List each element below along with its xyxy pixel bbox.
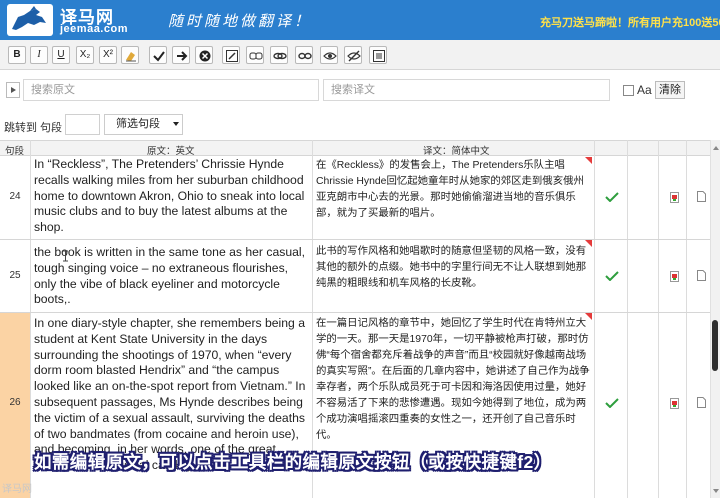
settings-button[interactable] — [369, 46, 387, 64]
edit-source-icon — [226, 50, 238, 62]
source-segment[interactable]: In “Reckless”, The Pretenders’ Chrissie … — [34, 157, 312, 236]
next-button[interactable] — [172, 46, 190, 64]
link-button[interactable] — [270, 46, 288, 64]
note-icon[interactable] — [697, 270, 706, 281]
vertical-scrollbar[interactable] — [710, 140, 720, 498]
view-button[interactable] — [320, 46, 338, 64]
confirmed-check-icon[interactable] — [605, 192, 619, 202]
confirmed-check-icon[interactable] — [605, 398, 619, 408]
merge-icon — [249, 52, 263, 60]
jump-segment-input[interactable] — [65, 114, 100, 135]
comment-flag-icon — [585, 313, 592, 320]
logo-domain: jeemaa.com — [60, 23, 128, 35]
italic-button[interactable]: I — [30, 46, 48, 64]
site-header: 译马网 jeemaa.com 随时随地做翻译！ 充马刀送马蹄啦！所有用户充100… — [0, 0, 720, 40]
watermark: 译马网 — [2, 484, 32, 495]
close-circle-icon — [199, 50, 211, 62]
note-icon[interactable] — [697, 191, 706, 202]
confirm-button[interactable] — [149, 46, 167, 64]
eraser-icon — [126, 52, 136, 62]
jump-label: 跳转到 句段 — [4, 122, 63, 134]
slogan: 随时随地做翻译！ — [168, 12, 313, 30]
row-divider — [0, 239, 720, 240]
table-header: 句段 原文：英文 译文：简体中文 — [0, 140, 720, 157]
column-divider — [30, 140, 31, 498]
target-segment[interactable]: 在一篇日记风格的章节中，她回忆了学生时代在肯特州立大学的一天。那一天是1970年… — [316, 316, 592, 444]
underline-button[interactable]: U — [52, 46, 70, 64]
edit-source-button[interactable] — [222, 46, 240, 64]
source-segment[interactable]: the book is written in the same tone as … — [34, 245, 312, 308]
target-segment[interactable]: 在《Reckless》的发售会上，The Pretenders乐队主唱Chris… — [316, 158, 592, 222]
note-icon[interactable] — [697, 397, 706, 408]
tutorial-caption: 如需编辑原文，可以点击工具栏的编辑原文按钮（或按快捷键f2） — [34, 452, 552, 472]
chevron-down-icon — [173, 122, 179, 126]
eye-icon — [323, 52, 337, 60]
column-divider — [627, 140, 628, 498]
segment-number: 25 — [9, 270, 21, 281]
unlink-icon — [298, 52, 312, 60]
clear-format-button[interactable] — [121, 46, 139, 64]
editor-toolbar: B I U X₂ X² — [0, 40, 720, 70]
case-sensitive-checkbox[interactable] — [623, 85, 634, 96]
scroll-up-arrow[interactable] — [713, 146, 719, 150]
tm-match-icon[interactable] — [670, 398, 679, 409]
source-search-input[interactable] — [23, 79, 319, 101]
link-icon — [273, 52, 287, 60]
scroll-down-arrow[interactable] — [713, 489, 719, 493]
unlink-button[interactable] — [295, 46, 313, 64]
case-sensitive-label: Aa — [637, 83, 652, 97]
bold-button[interactable]: B — [8, 46, 26, 64]
cancel-button[interactable] — [195, 46, 213, 64]
scrollbar-thumb[interactable] — [712, 320, 718, 371]
row-divider — [0, 312, 720, 313]
horse-logo-icon — [7, 4, 53, 36]
confirmed-check-icon[interactable] — [605, 271, 619, 281]
segment-column-header: 句段 — [5, 146, 25, 157]
hide-button[interactable] — [344, 46, 362, 64]
tm-match-icon[interactable] — [670, 192, 679, 203]
column-divider — [594, 140, 595, 498]
target-segment[interactable]: 此书的写作风格和她唱歌时的随意但坚韧的风格一致，没有其他的额外的点缀。她书中的字… — [316, 244, 592, 292]
arrow-right-icon — [177, 51, 188, 61]
column-divider — [312, 140, 313, 498]
promo-link[interactable]: 充马刀送马蹄啦！所有用户充100送50！活 — [540, 14, 720, 30]
filter-segments-select[interactable]: 筛选句段 — [104, 114, 183, 135]
comment-flag-icon — [585, 240, 592, 247]
column-divider — [686, 140, 687, 498]
source-column-header: 原文：英文 — [147, 146, 195, 157]
subscript-button[interactable]: X₂ — [76, 46, 94, 64]
superscript-button[interactable]: X² — [99, 46, 117, 64]
site-logo[interactable]: 译马网 jeemaa.com — [6, 3, 136, 37]
target-column-header: 译文：简体中文 — [423, 146, 490, 157]
expand-arrow-button[interactable] — [6, 82, 20, 98]
comment-flag-icon — [585, 157, 592, 164]
text-cursor-icon — [63, 250, 68, 262]
column-divider — [658, 140, 659, 498]
segment-number: 26 — [9, 397, 21, 408]
target-search-input[interactable] — [323, 79, 610, 101]
clear-button[interactable]: 清除 — [655, 81, 685, 99]
merge-button[interactable] — [246, 46, 264, 64]
check-icon — [153, 51, 165, 62]
tm-match-icon[interactable] — [670, 271, 679, 282]
settings-icon — [373, 50, 385, 62]
segment-number: 24 — [9, 191, 21, 202]
eye-off-icon — [347, 50, 361, 62]
